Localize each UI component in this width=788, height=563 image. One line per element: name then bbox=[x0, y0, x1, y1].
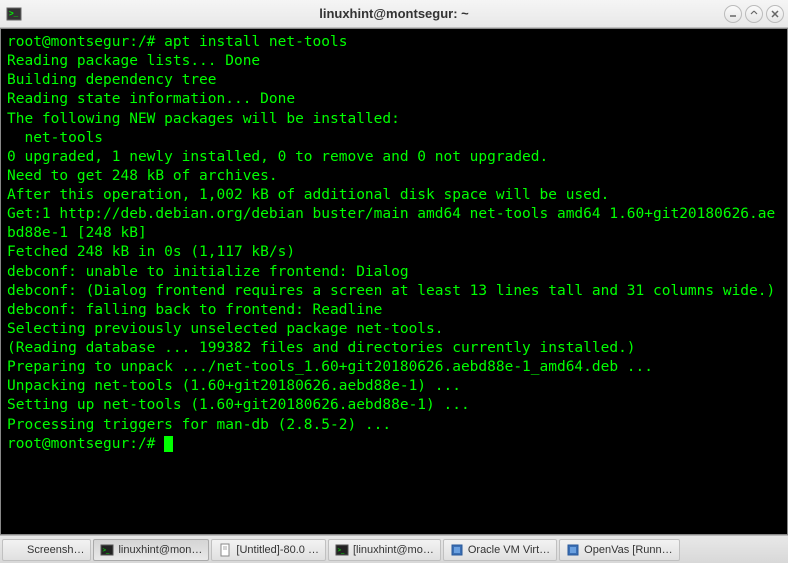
taskbar-item-label: [Untitled]-80.0 … bbox=[236, 544, 319, 556]
svg-text:>_: >_ bbox=[103, 548, 111, 554]
terminal-area[interactable]: root@montsegur:/# apt install net-tools … bbox=[0, 28, 788, 535]
window-titlebar: >_ linuxhint@montsegur: ~ bbox=[0, 0, 788, 28]
cursor bbox=[164, 436, 173, 452]
terminal-output-line: debconf: (Dialog frontend requires a scr… bbox=[7, 282, 781, 301]
minimize-button[interactable] bbox=[724, 5, 742, 23]
terminal-output-line: (Reading database ... 199382 files and d… bbox=[7, 339, 781, 358]
terminal-output-line: Setting up net-tools (1.60+git20180626.a… bbox=[7, 396, 781, 415]
shell-prompt: root@montsegur:/# bbox=[7, 34, 164, 50]
vbox-icon bbox=[450, 543, 464, 557]
terminal-output-line: Preparing to unpack .../net-tools_1.60+g… bbox=[7, 358, 781, 377]
terminal-output-line: The following NEW packages will be insta… bbox=[7, 110, 781, 129]
taskbar-item[interactable]: >_ [linuxhint@mo… bbox=[328, 539, 441, 561]
taskbar-item[interactable]: [Untitled]-80.0 … bbox=[211, 539, 326, 561]
command-text: apt install net-tools bbox=[164, 34, 347, 50]
term-icon: >_ bbox=[335, 543, 349, 557]
terminal-output-line: Processing triggers for man-db (2.8.5-2)… bbox=[7, 416, 781, 435]
taskbar: Screensh… >_ linuxhint@mon… [Untitled]-80.0… bbox=[0, 535, 788, 563]
terminal-line: root@montsegur:/# bbox=[7, 435, 781, 454]
terminal-output-line: Fetched 248 kB in 0s (1,117 kB/s) bbox=[7, 243, 781, 262]
app-icon bbox=[9, 543, 23, 557]
taskbar-item-label: Screensh… bbox=[27, 544, 84, 556]
term-icon: >_ bbox=[100, 543, 114, 557]
window-controls bbox=[724, 5, 784, 23]
taskbar-item-label: [linuxhint@mo… bbox=[353, 544, 434, 556]
terminal-icon: >_ bbox=[6, 6, 22, 22]
taskbar-item-label: linuxhint@mon… bbox=[118, 544, 202, 556]
svg-text:>_: >_ bbox=[337, 548, 345, 554]
vbox-icon bbox=[566, 543, 580, 557]
terminal-output-line: Need to get 248 kB of archives. bbox=[7, 167, 781, 186]
terminal-line: root@montsegur:/# apt install net-tools bbox=[7, 33, 781, 52]
terminal-output-line: 0 upgraded, 1 newly installed, 0 to remo… bbox=[7, 148, 781, 167]
terminal-output-line: Building dependency tree bbox=[7, 71, 781, 90]
terminal-output-line: Selecting previously unselected package … bbox=[7, 320, 781, 339]
maximize-button[interactable] bbox=[745, 5, 763, 23]
terminal-output-line: debconf: unable to initialize frontend: … bbox=[7, 263, 781, 282]
terminal-output-line: After this operation, 1,002 kB of additi… bbox=[7, 186, 781, 205]
svg-text:>_: >_ bbox=[9, 9, 19, 18]
close-button[interactable] bbox=[766, 5, 784, 23]
taskbar-item-label: Oracle VM Virt… bbox=[468, 544, 550, 556]
doc-icon bbox=[218, 543, 232, 557]
taskbar-item[interactable]: >_ linuxhint@mon… bbox=[93, 539, 209, 561]
terminal-output-line: Reading state information... Done bbox=[7, 90, 781, 109]
terminal-output-line: Unpacking net-tools (1.60+git20180626.ae… bbox=[7, 377, 781, 396]
terminal-output-line: Get:1 http://deb.debian.org/debian buste… bbox=[7, 205, 781, 243]
taskbar-item[interactable]: OpenVas [Runn… bbox=[559, 539, 679, 561]
terminal-output-line: net-tools bbox=[7, 129, 781, 148]
shell-prompt: root@montsegur:/# bbox=[7, 436, 155, 452]
terminal-output-line: debconf: falling back to frontend: Readl… bbox=[7, 301, 781, 320]
taskbar-item-label: OpenVas [Runn… bbox=[584, 544, 672, 556]
terminal-output-line: Reading package lists... Done bbox=[7, 52, 781, 71]
taskbar-item[interactable]: Oracle VM Virt… bbox=[443, 539, 557, 561]
window-title: linuxhint@montsegur: ~ bbox=[319, 6, 469, 21]
taskbar-item[interactable]: Screensh… bbox=[2, 539, 91, 561]
